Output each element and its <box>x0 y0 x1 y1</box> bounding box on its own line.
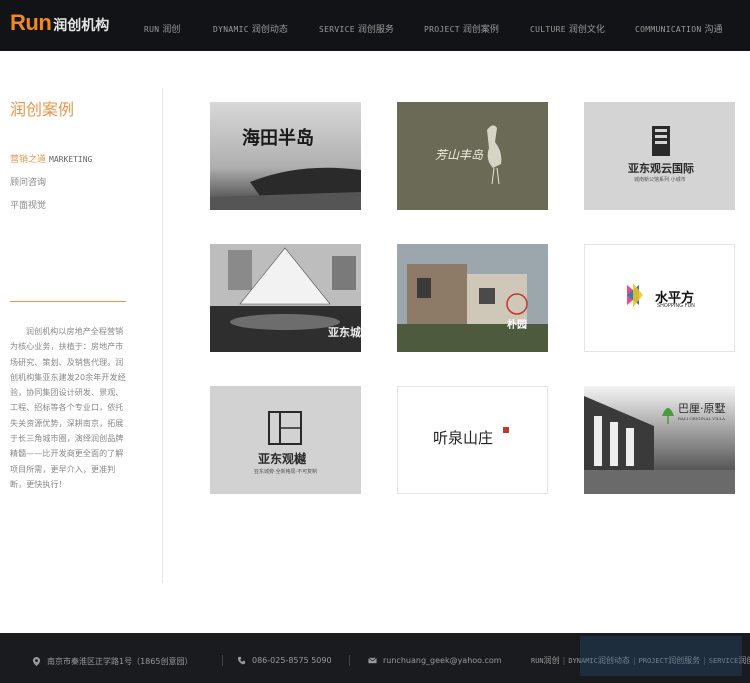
footer-phone: 086-025-8575 5090 <box>237 656 332 665</box>
project-name: 芳山丰岛 <box>435 148 484 162</box>
project-name: 亚东观云国际 <box>628 162 694 175</box>
nav-en: RUN <box>144 25 160 34</box>
nav-zh: 润创服务 <box>357 25 394 35</box>
footer-address: 南京市秦淮区正学路1号（1865创意园） <box>32 656 192 667</box>
footer-email[interactable]: runchuang_geek@yahoo.com <box>368 656 502 665</box>
watermark-overlay <box>580 636 742 676</box>
sidebar-item-en: MARKETING <box>49 155 93 164</box>
project-name: 听泉山庄 <box>433 429 494 447</box>
nav-en: COMMUNICATION <box>635 25 702 34</box>
logo-run-text: Run <box>10 10 52 35</box>
project-tile-yadongcheng[interactable]: 亚东城 <box>210 244 361 352</box>
project-name: 朴园 <box>507 320 527 331</box>
project-image <box>397 244 548 352</box>
footer-separator <box>349 655 350 666</box>
nav-zh: 润创文化 <box>568 25 605 35</box>
project-name: 亚东城 <box>328 326 361 339</box>
location-pin-icon <box>32 657 41 666</box>
project-tile-guanyue[interactable]: 亚东观樾 亚东城旁·全新格局·不可复制 <box>210 386 361 494</box>
project-sub: BALI ORIGINAL VILLA <box>678 416 725 421</box>
footer-link-en: RUN <box>531 657 544 665</box>
project-tile-tingquan[interactable]: 听泉山庄 <box>397 386 548 494</box>
nav-en: PROJECT <box>424 25 460 34</box>
project-tile-shuipingfang[interactable]: 水平方 SHOPPING FUN <box>584 244 735 352</box>
project-tile-guanyun[interactable]: 亚东观云国际 城南新公馆系列 小城市 <box>584 102 735 210</box>
nav-en: CULTURE <box>530 25 566 34</box>
nav-en: DYNAMIC <box>213 25 249 34</box>
nav-item-culture[interactable]: CULTURE 润创文化 <box>530 22 605 35</box>
nav-zh: 润创案例 <box>462 25 499 35</box>
sidebar-item-marketing[interactable]: 营销之道 MARKETING <box>10 153 92 176</box>
nav-item-project[interactable]: PROJECT 润创案例 <box>424 22 499 35</box>
nav-item-run[interactable]: RUN 润创 <box>144 22 180 35</box>
page-title: 润创案例 <box>10 100 75 119</box>
sidebar-item-consulting[interactable]: 顾问咨询 <box>10 176 92 199</box>
brand-logo[interactable]: Run 润创机构 <box>10 10 109 36</box>
sidebar-item-label: 营销之道 <box>10 155 47 165</box>
project-tile-puyuan[interactable]: 朴园 <box>397 244 548 352</box>
nav-zh: 润创 <box>162 25 181 35</box>
footer-link-sep: | <box>562 656 566 665</box>
project-tile-fangshan[interactable]: 芳山丰岛 <box>397 102 548 210</box>
footer-link-zh: 润创 <box>543 656 560 665</box>
logo-cn-text: 润创机构 <box>53 18 110 34</box>
footer-link-run[interactable]: RUN润创 <box>531 656 560 665</box>
nav-item-communication[interactable]: COMMUNICATION 沟通 <box>635 22 723 35</box>
project-sub: SHOPPING FUN <box>657 303 695 309</box>
nav-item-dynamic[interactable]: DYNAMIC 润创动态 <box>213 22 288 35</box>
project-image <box>210 386 361 494</box>
top-header: Run 润创机构 RUN 润创 DYNAMIC 润创动态 SERVICE 润创服务 P… <box>0 0 750 51</box>
project-image <box>210 102 361 210</box>
project-tile-haitian[interactable]: 海田半岛 <box>210 102 361 210</box>
project-name: 海田半岛 <box>242 128 314 149</box>
mail-icon <box>368 657 377 664</box>
nav-zh: 润创动态 <box>251 25 288 35</box>
footer-phone-text: 086-025-8575 5090 <box>252 656 332 665</box>
sidebar-menu: 营销之道 MARKETING 顾问咨询 平面视觉 <box>10 153 92 222</box>
project-sub: 城南新公馆系列 小城市 <box>634 177 686 183</box>
sidebar-item-label: 顾问咨询 <box>10 178 47 188</box>
footer-separator <box>222 655 223 666</box>
phone-icon <box>237 656 246 665</box>
project-name: 亚东观樾 <box>258 452 307 466</box>
sidebar-item-label: 平面视觉 <box>10 201 47 211</box>
company-description: 润创机构以房地产全程营销为核心业务，扶植于：房地产市场研究、策划、及销售代理。润… <box>10 327 126 489</box>
project-image <box>584 102 735 210</box>
footer-email-text: runchuang_geek@yahoo.com <box>383 656 502 665</box>
nav-zh: 沟通 <box>704 25 723 35</box>
sidebar-divider <box>10 301 126 302</box>
nav-en: SERVICE <box>319 25 355 34</box>
footer-address-text: 南京市秦淮区正学路1号（1865创意园） <box>47 657 193 666</box>
sidebar-item-graphic[interactable]: 平面视觉 <box>10 199 92 222</box>
vertical-divider <box>162 88 163 583</box>
nav-item-service[interactable]: SERVICE 润创服务 <box>319 22 394 35</box>
project-tile-bali[interactable]: 巴厘·原墅 BALI ORIGINAL VILLA <box>584 386 735 494</box>
project-name: 巴厘·原墅 <box>678 402 726 415</box>
project-sub: 亚东城旁·全新格局·不可复制 <box>254 469 318 475</box>
